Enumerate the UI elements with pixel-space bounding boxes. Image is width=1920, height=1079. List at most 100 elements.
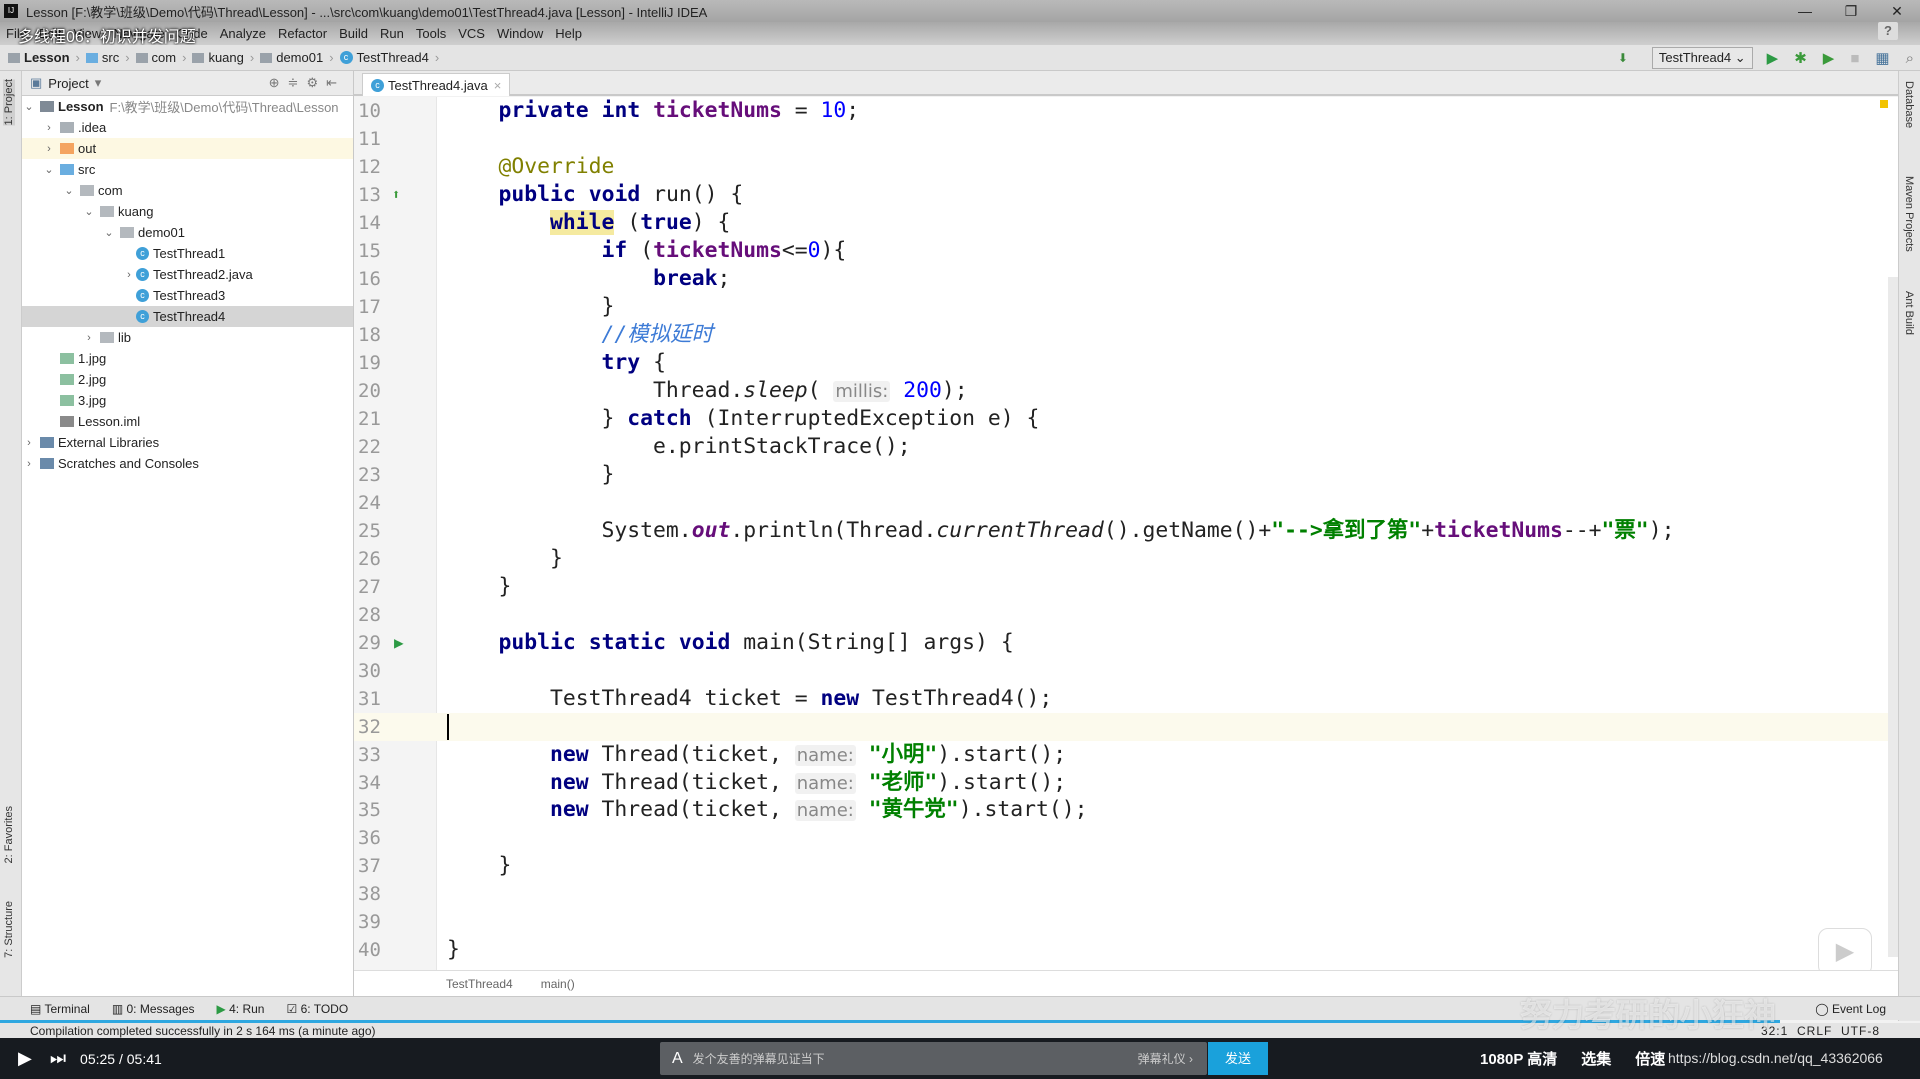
tab-testthread4-java[interactable]: c TestThread4.java ×	[362, 73, 511, 96]
tree-item[interactable]: 2.jpg	[22, 369, 353, 390]
breadcrumb-src[interactable]: src ›	[85, 50, 130, 65]
editor-crumb-method[interactable]: main()	[541, 977, 575, 991]
tab-messages[interactable]: ▥ 0: Messages	[112, 1002, 195, 1016]
chevron-right-icon[interactable]: ›	[122, 269, 136, 281]
line-number[interactable]: 32	[358, 713, 392, 741]
code-editor[interactable]: 10 private int ticketNums = 10; 11 12 @Ove…	[354, 97, 1898, 970]
tree-item[interactable]: › .idea	[22, 117, 353, 138]
chevron-right-icon[interactable]: ›	[82, 332, 96, 344]
code-line[interactable]: 38	[354, 880, 1898, 908]
chevron-down-icon[interactable]: ⌄	[42, 163, 56, 176]
code-line[interactable]: 22 e.printStackTrace();	[354, 433, 1898, 461]
line-number[interactable]: 34	[358, 769, 392, 797]
chevron-right-icon[interactable]: ›	[42, 143, 56, 155]
menu-vcs[interactable]: VCS	[458, 26, 485, 41]
menu-build[interactable]: Build	[339, 26, 368, 41]
video-play-icon[interactable]: ▶	[1818, 928, 1872, 976]
override-marker-icon[interactable]: ⬆	[392, 181, 400, 209]
tree-item[interactable]: 1.jpg	[22, 348, 353, 369]
next-icon[interactable]: ⏭	[50, 1048, 66, 1069]
project-view-select[interactable]: Project	[48, 76, 88, 91]
chevron-down-icon[interactable]: ⌄	[82, 205, 96, 218]
tab-terminal[interactable]: ▤ Terminal	[30, 1002, 90, 1016]
danmu-style-icon[interactable]: A	[672, 1050, 683, 1068]
menu-run[interactable]: Run	[380, 26, 404, 41]
tab-structure[interactable]: 7: Structure	[3, 901, 15, 958]
line-number[interactable]: 11	[358, 125, 392, 153]
code-line[interactable]: 18 //模拟延时	[354, 321, 1898, 349]
build-icon[interactable]: ⬇	[1618, 51, 1628, 65]
code-line[interactable]: 28	[354, 601, 1898, 629]
stop-icon[interactable]: ■	[1850, 50, 1859, 67]
tab-run[interactable]: ▶ 4: Run	[217, 1002, 265, 1016]
code-line[interactable]: 26 }	[354, 545, 1898, 573]
code-line[interactable]: 36	[354, 824, 1898, 852]
code-line[interactable]: 15 if (ticketNums<=0){	[354, 237, 1898, 265]
breadcrumb-kuang[interactable]: kuang ›	[192, 50, 254, 65]
code-line[interactable]: 32	[354, 712, 1898, 741]
line-number[interactable]: 16	[358, 265, 392, 293]
run-gutter-icon[interactable]: ▶	[394, 629, 404, 657]
line-number[interactable]: 37	[358, 852, 392, 880]
code-line[interactable]: 23 }	[354, 461, 1898, 489]
code-line[interactable]: 11	[354, 125, 1898, 153]
tab-database[interactable]: Database	[1903, 81, 1915, 128]
menu-analyze[interactable]: Analyze	[220, 26, 266, 41]
line-number[interactable]: 17	[358, 293, 392, 321]
vertical-scrollbar[interactable]	[1888, 277, 1898, 957]
line-number[interactable]: 21	[358, 405, 392, 433]
line-number[interactable]: 40	[358, 936, 392, 964]
project-panel-tools[interactable]: ⊕≑⚙⇤	[269, 75, 345, 91]
code-line[interactable]: 17 }	[354, 293, 1898, 321]
line-number[interactable]: 28	[358, 601, 392, 629]
tree-item[interactable]: 3.jpg	[22, 390, 353, 411]
code-line[interactable]: 33 new Thread(ticket, name: "小明").start(…	[354, 741, 1898, 769]
maximize-button[interactable]: ❐	[1828, 0, 1874, 22]
line-number[interactable]: 25	[358, 517, 392, 545]
file-encoding[interactable]: UTF-8	[1841, 1024, 1880, 1038]
line-number[interactable]: 27	[358, 573, 392, 601]
code-line[interactable]: 35 new Thread(ticket, name: "黄牛党").start…	[354, 796, 1898, 824]
line-number[interactable]: 26	[358, 545, 392, 573]
line-number[interactable]: 35	[358, 796, 392, 824]
chevron-down-icon[interactable]: ⌄	[102, 226, 116, 239]
send-button[interactable]: 发送	[1208, 1042, 1268, 1075]
line-number[interactable]: 24	[358, 489, 392, 517]
search-icon[interactable]: ⌕	[1906, 50, 1914, 67]
chevron-down-icon[interactable]: ⌄	[22, 100, 36, 113]
quality-select[interactable]: 1080P 高清	[1480, 1048, 1557, 1069]
code-line[interactable]: 31 TestThread4 ticket = new TestThread4(…	[354, 685, 1898, 713]
code-line[interactable]: 12 @Override	[354, 153, 1898, 181]
code-line[interactable]: 37 }	[354, 852, 1898, 880]
code-line[interactable]: 10 private int ticketNums = 10;	[354, 97, 1898, 125]
tab-todo[interactable]: ☑ 6: TODO	[286, 1002, 348, 1016]
line-number[interactable]: 18	[358, 321, 392, 349]
danmu-input[interactable]: A 发个友善的弹幕见证当下 弹幕礼仪 ›	[660, 1042, 1207, 1075]
code-line[interactable]: 13 public void run() {⬆	[354, 181, 1898, 209]
minimize-button[interactable]: —	[1782, 0, 1828, 22]
editor-crumb-class[interactable]: TestThread4	[446, 977, 513, 991]
tree-item[interactable]: ⌄ kuang	[22, 201, 353, 222]
danmu-etiquette-link[interactable]: 弹幕礼仪 ›	[1138, 1050, 1193, 1067]
breadcrumb-com[interactable]: com ›	[135, 50, 186, 65]
breadcrumb-testthread4[interactable]: c TestThread4 ›	[339, 50, 439, 65]
line-number[interactable]: 29	[358, 629, 392, 657]
tree-item[interactable]: ⌄ demo01	[22, 222, 353, 243]
tab-maven-projects[interactable]: Maven Projects	[1903, 176, 1915, 252]
code-line[interactable]: 20 Thread.sleep( millis: 200);	[354, 377, 1898, 405]
tree-item[interactable]: ⌄ com	[22, 180, 353, 201]
tree-item[interactable]: › Scratches and Consoles	[22, 453, 353, 474]
tab-project[interactable]: 1: Project	[3, 79, 15, 126]
episodes-button[interactable]: 选集	[1581, 1048, 1611, 1069]
breadcrumb-demo01[interactable]: demo01 ›	[260, 50, 334, 65]
line-number[interactable]: 38	[358, 880, 392, 908]
run-configuration-select[interactable]: TestThread4 ⌄	[1651, 47, 1753, 69]
menu-tools[interactable]: Tools	[416, 26, 446, 41]
line-number[interactable]: 14	[358, 209, 392, 237]
tree-item[interactable]: c TestThread1	[22, 243, 353, 264]
coverage-icon[interactable]: ▶	[1823, 49, 1835, 67]
code-line[interactable]: 21 } catch (InterruptedException e) {	[354, 405, 1898, 433]
line-separator[interactable]: CRLF	[1797, 1024, 1832, 1038]
tree-item[interactable]: › lib	[22, 327, 353, 348]
speed-button[interactable]: 倍速	[1635, 1048, 1665, 1069]
